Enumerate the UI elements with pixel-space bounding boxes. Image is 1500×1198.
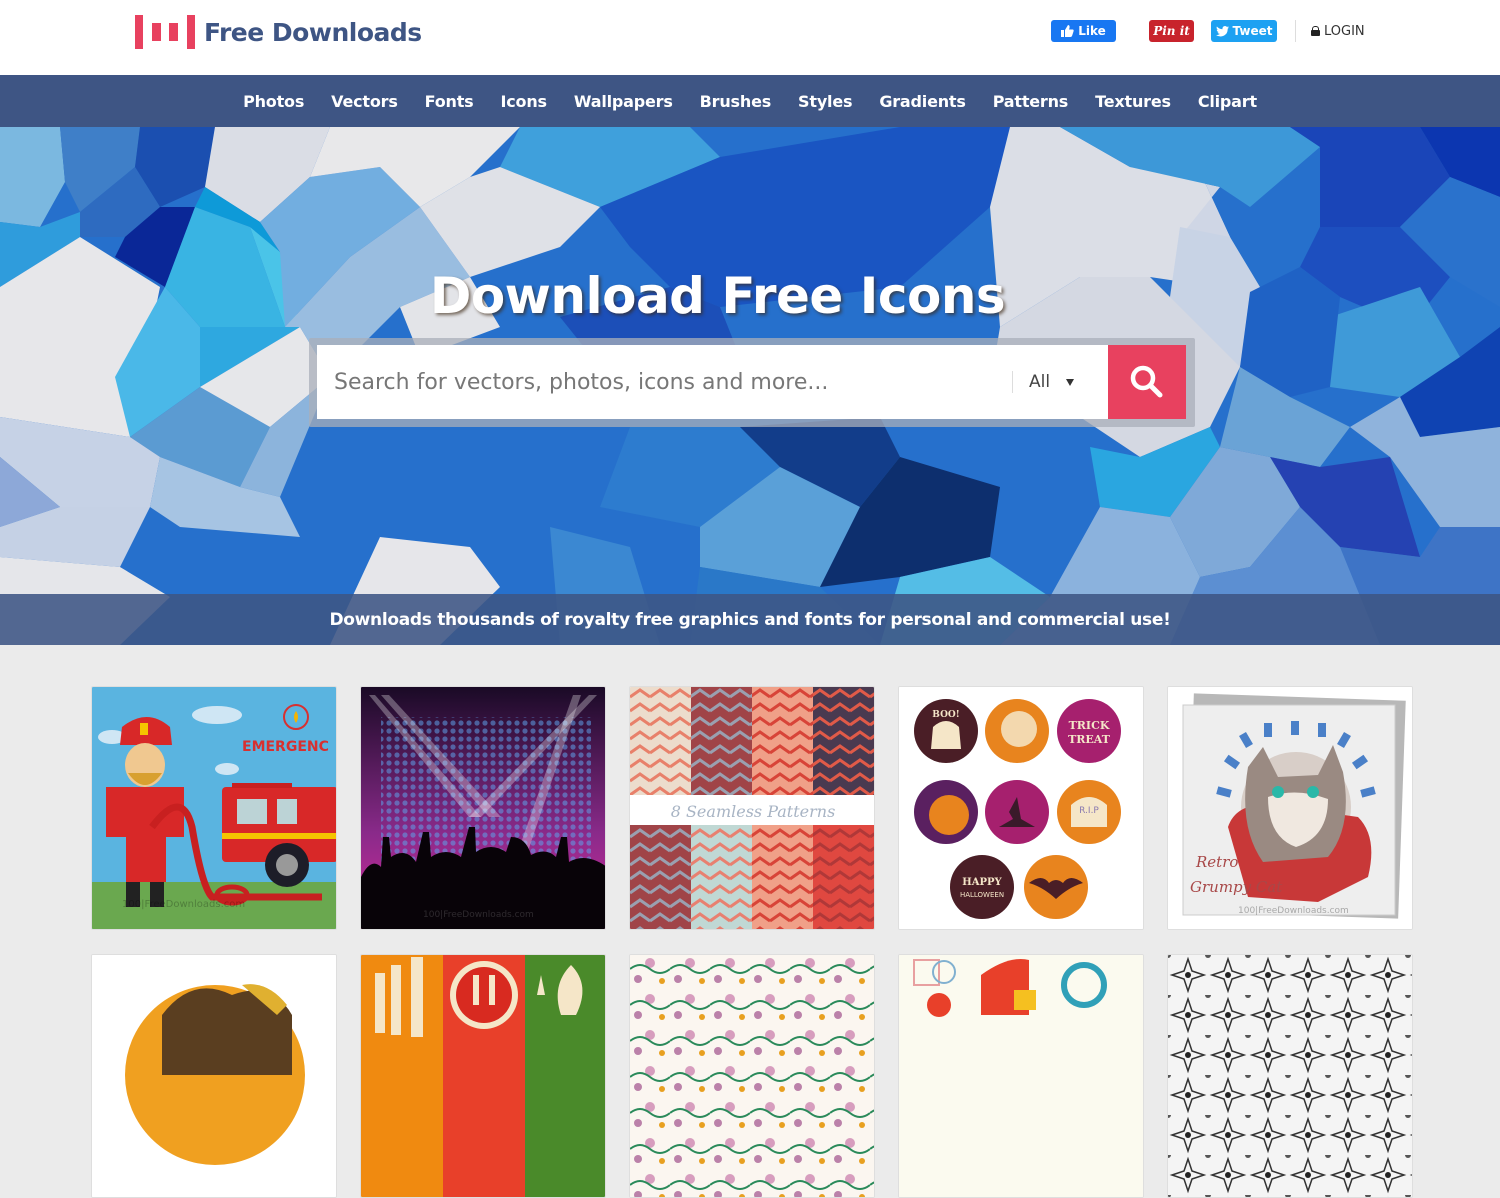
pinterest-pin-label: Pin it: [1153, 24, 1190, 38]
gallery-card-halloween[interactable]: BOO! TRICK TREAT R.I.P HAPPY HALLOWEEN: [898, 686, 1144, 930]
category-dropdown[interactable]: All: [1013, 345, 1108, 419]
gallery-card-ornamental-pattern[interactable]: [1167, 954, 1413, 1198]
twitter-tweet-button[interactable]: Tweet: [1211, 20, 1277, 42]
svg-text:Grumpy Cat: Grumpy Cat: [1190, 878, 1283, 896]
hero-title: Download Free Icons: [429, 267, 1006, 325]
logo-bars-icon: [135, 15, 196, 49]
site-logo[interactable]: Free Downloads: [135, 14, 422, 50]
firefighter-thumbnail: EMERGENC 100|FreeDownloads.com: [92, 687, 336, 929]
gallery-card-concert[interactable]: 100|FreeDownloads.com: [360, 686, 606, 930]
nav-item-brushes[interactable]: Brushes: [700, 92, 772, 111]
svg-text:TREAT: TREAT: [1068, 733, 1111, 746]
top-header: Free Downloads Like Pin it Tweet LOGIN: [0, 0, 1500, 75]
nav-item-icons[interactable]: Icons: [500, 92, 547, 111]
login-label: LOGIN: [1324, 23, 1365, 39]
svg-text:100|FreeDownloads.com: 100|FreeDownloads.com: [122, 899, 245, 910]
emergency-text: EMERGENC: [242, 739, 329, 755]
floral-pattern-thumbnail: [630, 955, 874, 1197]
search-button[interactable]: [1108, 345, 1186, 419]
svg-text:HALLOWEEN: HALLOWEEN: [960, 891, 1004, 899]
nav-item-wallpapers[interactable]: Wallpapers: [574, 92, 673, 111]
gallery-card-wine-icons[interactable]: [360, 954, 606, 1198]
patterns-thumbnail: 8 Seamless Patterns: [630, 687, 874, 929]
svg-text:Retro: Retro: [1195, 853, 1238, 871]
nav-item-textures[interactable]: Textures: [1095, 92, 1171, 111]
facebook-like-label: Like: [1078, 24, 1106, 38]
concert-thumbnail: 100|FreeDownloads.com: [361, 687, 605, 929]
search-bar: All: [317, 345, 1108, 419]
tagline-text: Downloads thousands of royalty free grap…: [329, 609, 1171, 630]
svg-text:100|FreeDownloads.com: 100|FreeDownloads.com: [423, 910, 534, 920]
svg-text:HAPPY: HAPPY: [962, 877, 1002, 888]
nav-item-patterns[interactable]: Patterns: [993, 92, 1069, 111]
svg-text:100|FreeDownloads.com: 100|FreeDownloads.com: [1238, 906, 1349, 916]
nav-item-gradients[interactable]: Gradients: [879, 92, 966, 111]
gallery-card-flat-icons[interactable]: [898, 954, 1144, 1198]
facebook-like-button[interactable]: Like: [1051, 20, 1116, 42]
featured-gallery: EMERGENC 100|FreeDownloads.com 100|FreeD…: [0, 645, 1500, 1198]
svg-text:R.I.P: R.I.P: [1079, 806, 1099, 816]
gallery-card-floral-pattern[interactable]: [629, 954, 875, 1198]
gallery-card-firefighter[interactable]: EMERGENC 100|FreeDownloads.com: [91, 686, 337, 930]
logo-text: Free Downloads: [204, 17, 422, 47]
pinterest-pin-button[interactable]: Pin it: [1149, 20, 1194, 42]
nav-item-clipart[interactable]: Clipart: [1198, 92, 1257, 111]
hero-banner: Download Free Icons All: [0, 127, 1500, 645]
nav-item-photos[interactable]: Photos: [243, 92, 304, 111]
category-nav: Photos Vectors Fonts Icons Wallpapers Br…: [0, 75, 1500, 127]
svg-text:BOO!: BOO!: [932, 710, 959, 720]
svg-text:TRICK: TRICK: [1069, 719, 1110, 732]
gallery-card-patterns[interactable]: 8 Seamless Patterns: [629, 686, 875, 930]
gallery-card-cartoon-animal[interactable]: [91, 954, 337, 1198]
caret-down-icon: [1066, 378, 1075, 386]
ornamental-pattern-thumbnail: [1168, 955, 1412, 1197]
search-icon: [1130, 365, 1163, 398]
nav-item-styles[interactable]: Styles: [798, 92, 852, 111]
lock-icon: [1311, 26, 1320, 36]
grumpy-cat-thumbnail: Retro Grumpy Cat 100|FreeDownloads.com: [1168, 687, 1412, 929]
flat-icons-thumbnail: [899, 955, 1143, 1197]
wine-icons-thumbnail: [361, 955, 605, 1197]
twitter-tweet-label: Tweet: [1232, 24, 1273, 38]
category-selected-value: All: [1029, 372, 1051, 392]
nav-item-vectors[interactable]: Vectors: [331, 92, 398, 111]
cartoon-animal-thumbnail: [92, 955, 336, 1197]
svg-text:8 Seamless Patterns: 8 Seamless Patterns: [671, 802, 836, 821]
halloween-thumbnail: BOO! TRICK TREAT R.I.P HAPPY HALLOWEEN: [899, 687, 1143, 929]
search-input[interactable]: [317, 345, 1012, 419]
twitter-bird-icon: [1215, 25, 1229, 36]
gallery-card-grumpy-cat[interactable]: Retro Grumpy Cat 100|FreeDownloads.com: [1167, 686, 1413, 930]
login-link[interactable]: LOGIN: [1311, 22, 1365, 40]
thumbs-up-icon: [1061, 25, 1074, 37]
nav-item-fonts[interactable]: Fonts: [425, 92, 474, 111]
tagline-band: Downloads thousands of royalty free grap…: [0, 594, 1500, 645]
header-divider: [1295, 20, 1296, 42]
